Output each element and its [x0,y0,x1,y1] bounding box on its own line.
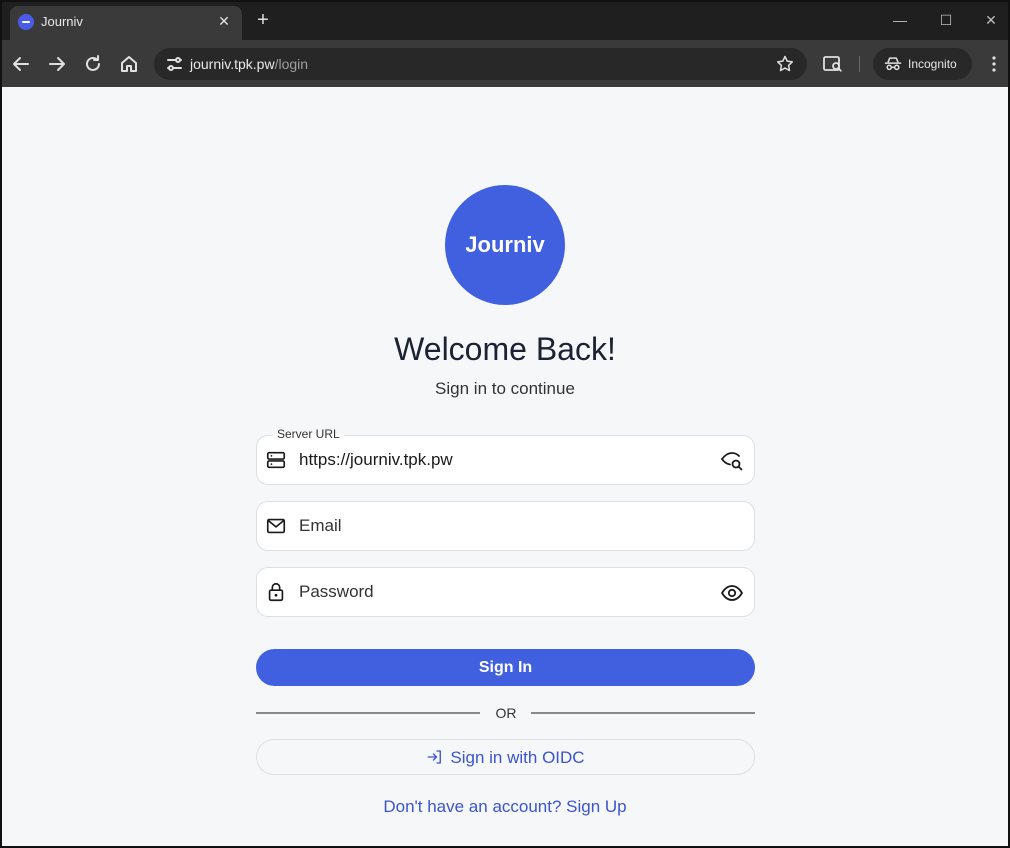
oidc-sign-in-button[interactable]: Sign in with OIDC [256,739,755,775]
server-icon [265,449,287,471]
incognito-badge[interactable]: Incognito [873,48,972,80]
tune-icon[interactable] [162,52,186,76]
arrow-right-icon[interactable] [45,52,69,76]
toolbar-divider [859,56,860,72]
star-icon[interactable] [775,54,795,74]
server-url-label: Server URL [273,427,344,441]
server-url-input[interactable] [299,448,699,472]
kebab-icon[interactable] [982,52,1006,76]
tab-journiv[interactable]: Journiv ✕ [10,6,242,40]
sign-up-link[interactable]: Don't have an account? Sign Up [2,797,1008,817]
oidc-label: Sign in with OIDC [450,748,585,767]
login-page: Journiv Welcome Back! Sign in to continu… [2,87,1008,846]
oidc-button-content: Sign in with OIDC [257,748,754,768]
app-logo: Journiv [445,185,565,305]
page-title: Welcome Back! [394,331,616,367]
incognito-label: Incognito [908,57,957,71]
eye-search-icon[interactable] [720,449,744,473]
browser-window: Journiv ✕ + — ☐ ✕ journiv.tpk.pw/login I… [0,0,1010,848]
or-separator: OR [495,705,517,721]
tab-strip: Journiv ✕ + — ☐ ✕ [2,2,1008,40]
home-icon[interactable] [117,52,141,76]
url-host: journiv.tpk.pw [190,56,275,72]
url-text: journiv.tpk.pw/login [190,56,308,72]
minimize-icon[interactable]: — [888,8,912,32]
server-url-field: Server URL [256,427,755,485]
incognito-icon [883,54,903,74]
page-subtitle: Sign in to continue [435,379,575,398]
favicon-icon [18,14,34,30]
url-path: /login [274,56,309,72]
password-field [256,567,755,617]
divider-right [531,712,755,714]
window-close-icon[interactable]: ✕ [979,8,1003,32]
lock-icon [265,581,287,603]
browser-toolbar: journiv.tpk.pw/login Incognito [2,40,1008,87]
login-icon [427,750,442,764]
arrow-left-icon[interactable] [9,52,33,76]
divider-left [256,712,480,714]
lens-icon[interactable] [821,52,845,76]
address-bar[interactable]: journiv.tpk.pw/login [154,48,807,80]
tab-title: Journiv [41,14,83,29]
close-icon[interactable]: ✕ [214,11,234,31]
maximize-icon[interactable]: ☐ [934,8,958,32]
mail-icon [265,515,287,537]
email-field [256,501,755,551]
reload-icon[interactable] [81,52,105,76]
password-input[interactable] [299,580,699,604]
email-input[interactable] [299,514,699,538]
plus-icon[interactable]: + [252,9,274,31]
eye-icon[interactable] [720,581,744,605]
sign-in-button[interactable]: Sign In [256,649,755,686]
